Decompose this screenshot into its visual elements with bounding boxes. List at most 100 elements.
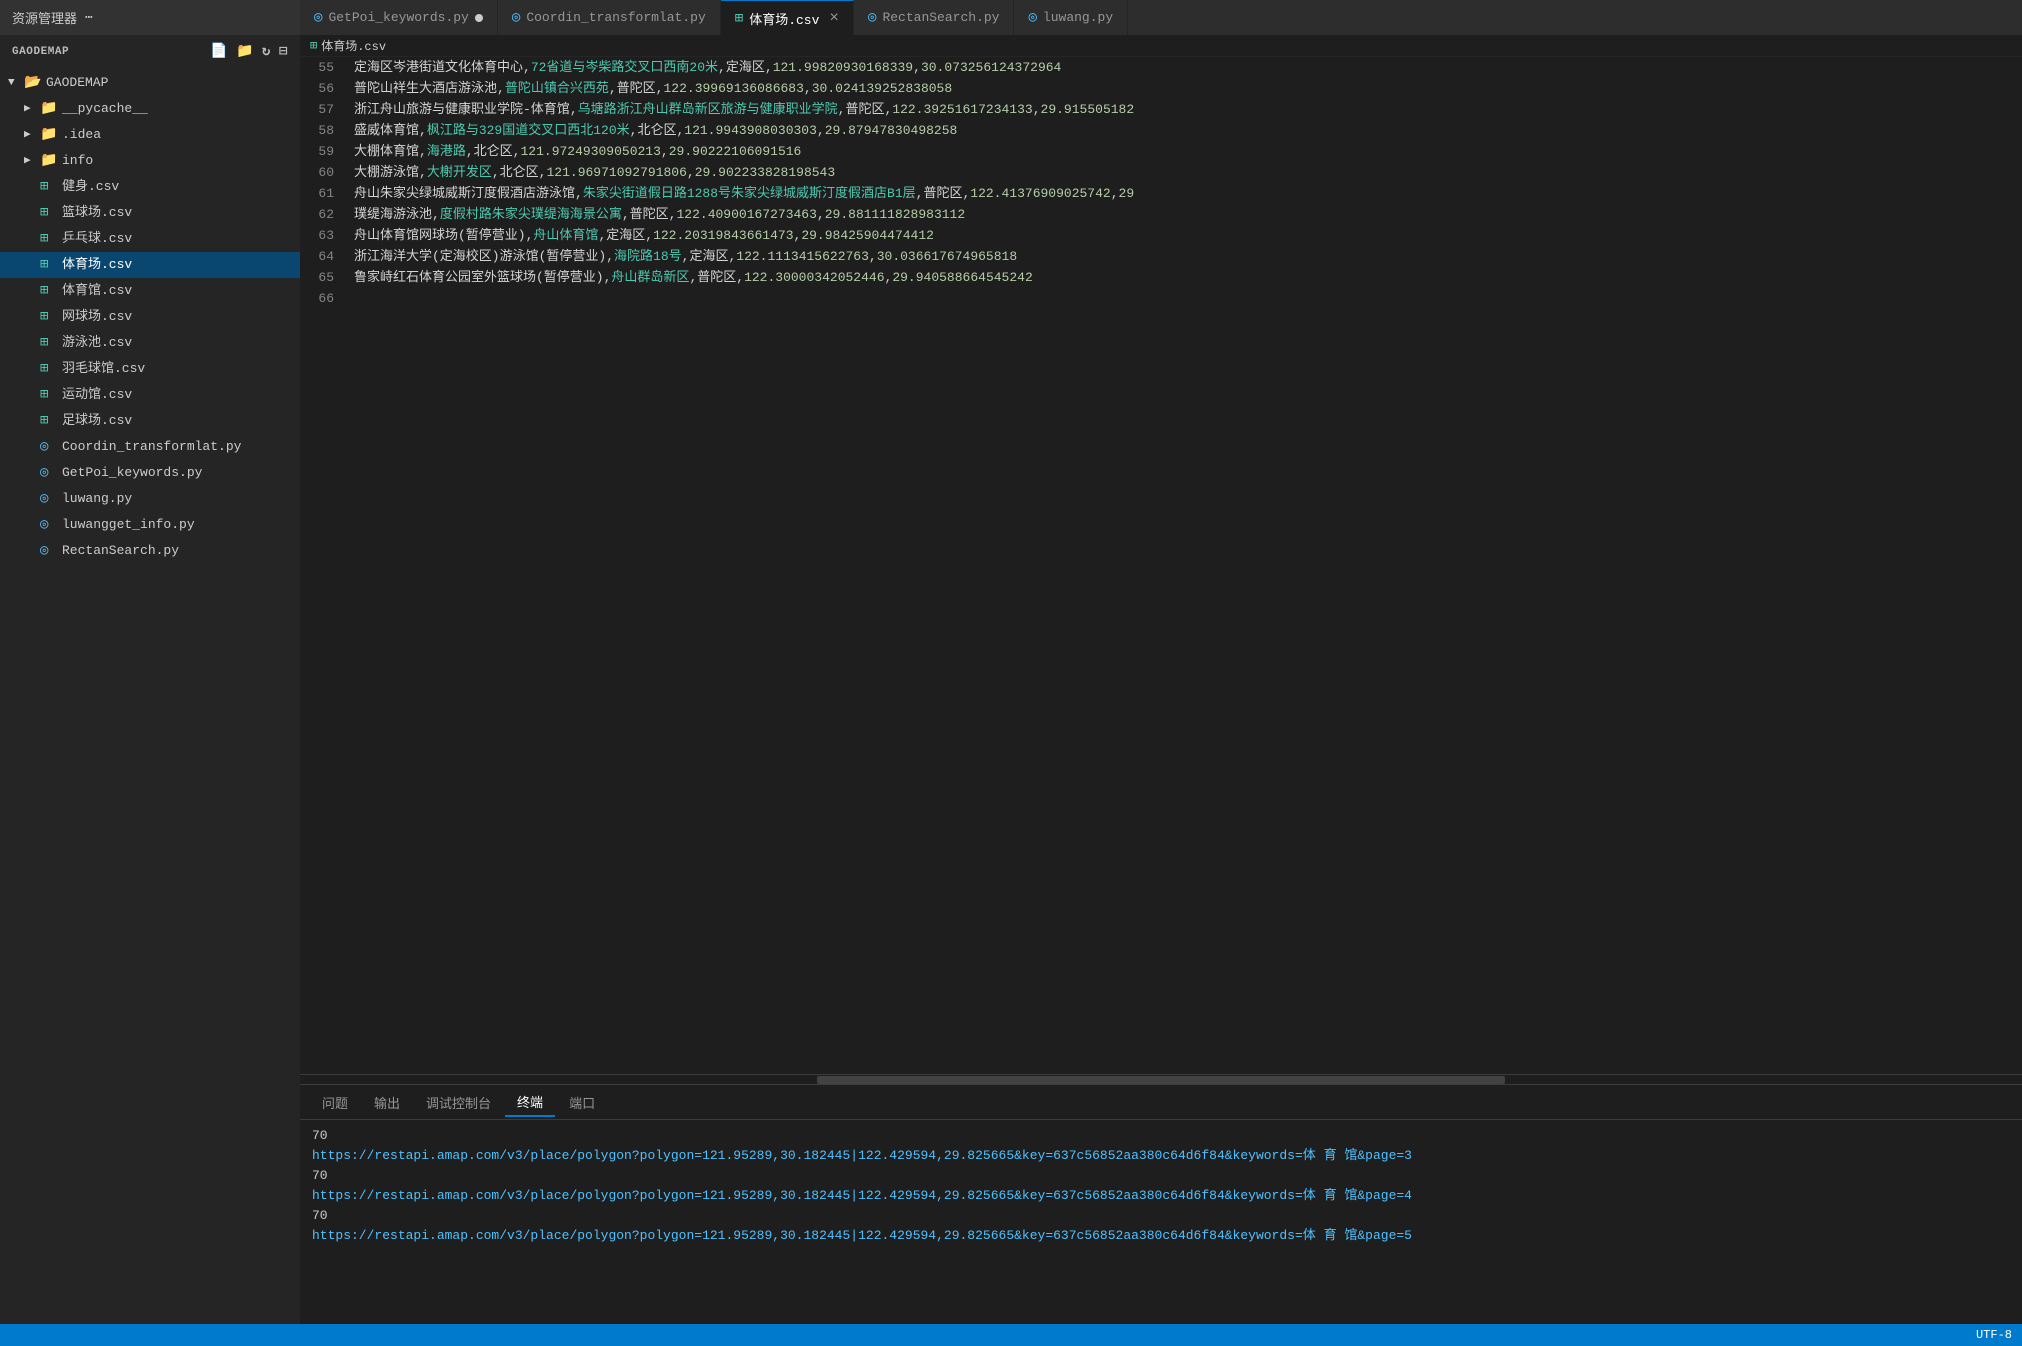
file-icon: ◎	[40, 514, 58, 536]
close-tab-button[interactable]: ×	[829, 9, 839, 27]
sidebar-item-tiyuchang[interactable]: ⊞体育场.csv	[0, 252, 300, 278]
line-content	[350, 288, 2022, 309]
sidebar-item-label: 网球场.csv	[62, 306, 132, 328]
line-content: 普陀山祥生大酒店游泳池,普陀山镇合兴西苑,普陀区,122.39969136086…	[350, 78, 2022, 99]
sidebar-item-getpoi_py[interactable]: ◎GetPoi_keywords.py	[0, 460, 300, 486]
sidebar-item-label: __pycache__	[62, 98, 148, 120]
titlebar-left: 资源管理器 ⋯	[0, 8, 300, 27]
line-number: 63	[300, 225, 350, 246]
terminal-panel: 问题输出调试控制台终端端口 70https://restapi.amap.com…	[300, 1084, 2022, 1324]
terminal-tab-terminal[interactable]: 终端	[505, 1088, 555, 1117]
breadcrumb-icon: ⊞	[310, 38, 317, 53]
folder-open-icon: 📂	[24, 72, 42, 94]
status-encoding: UTF-8	[1976, 1328, 2012, 1342]
sidebar-item-label: info	[62, 150, 93, 172]
line-number: 60	[300, 162, 350, 183]
breadcrumb: ⊞ 体育场.csv	[300, 35, 2022, 57]
sidebar-item-jiansheng[interactable]: ⊞健身.csv	[0, 174, 300, 200]
sidebar-item-luwang_py[interactable]: ◎luwang.py	[0, 486, 300, 512]
line-content: 璞缇海游泳池,度假村路朱家尖璞缇海海景公寓,普陀区,122.4090016727…	[350, 204, 2022, 225]
table-row: 63舟山体育馆网球场(暂停营业),舟山体育馆,定海区,122.203198436…	[300, 225, 2022, 246]
file-icon: ⊞	[40, 228, 58, 250]
table-row: 57浙江舟山旅游与健康职业学院-体育馆,乌塘路浙江舟山群岛新区旅游与健康职业学院…	[300, 99, 2022, 120]
sidebar-item-coordin_py[interactable]: ◎Coordin_transformlat.py	[0, 434, 300, 460]
terminal-tab-debug[interactable]: 调试控制台	[414, 1089, 503, 1116]
file-icon: ◎	[40, 462, 58, 484]
sidebar-item-pingpang[interactable]: ⊞乒乓球.csv	[0, 226, 300, 252]
sidebar-item-tiyuguan[interactable]: ⊞体育馆.csv	[0, 278, 300, 304]
tab-label: luwang.py	[1043, 10, 1113, 25]
file-icon: ⊞	[40, 254, 58, 276]
sidebar-tree: ▼📂GAODEMAP▶📁__pycache__▶📁.idea▶📁info ⊞健身…	[0, 68, 300, 1324]
sidebar-item-yumao[interactable]: ⊞羽毛球馆.csv	[0, 356, 300, 382]
terminal-tab-output[interactable]: 输出	[362, 1089, 412, 1116]
sidebar-title: GAODEMAP	[12, 46, 69, 58]
sidebar-item-label: RectanSearch.py	[62, 540, 179, 562]
file-icon: ⊞	[40, 358, 58, 380]
folder-arrow: ▼	[8, 72, 24, 94]
sidebar-item-info[interactable]: ▶📁info	[0, 148, 300, 174]
line-content: 浙江海洋大学(定海校区)游泳馆(暂停营业),海院路18号,定海区,122.111…	[350, 246, 2022, 267]
file-icon: ◎	[40, 436, 58, 458]
table-row: 62璞缇海游泳池,度假村路朱家尖璞缇海海景公寓,普陀区,122.40900167…	[300, 204, 2022, 225]
sidebar-item-idea[interactable]: ▶📁.idea	[0, 122, 300, 148]
tab-icon: ◎	[512, 9, 520, 26]
terminal-line: https://restapi.amap.com/v3/place/polygo…	[312, 1146, 2010, 1166]
editor-scrollbar[interactable]	[300, 1074, 2022, 1084]
line-number: 62	[300, 204, 350, 225]
terminal-line: https://restapi.amap.com/v3/place/polygo…	[312, 1226, 2010, 1246]
sidebar: GAODEMAP 📄 📁 ↻ ⊟ ▼📂GAODEMAP▶📁__pycache__…	[0, 35, 300, 1324]
sidebar-item-label: 游泳池.csv	[62, 332, 132, 354]
sidebar-item-label: 运动馆.csv	[62, 384, 132, 406]
line-content: 盛威体育馆,枫江路与329国道交叉口西北120米,北仑区,121.9943908…	[350, 120, 2022, 141]
tab-label: GetPoi_keywords.py	[328, 10, 468, 25]
sidebar-item-gaodemap[interactable]: ▼📂GAODEMAP	[0, 70, 300, 96]
new-file-icon[interactable]: 📄	[210, 43, 228, 60]
tab-label: Coordin_transformlat.py	[526, 10, 705, 25]
sidebar-item-lanqiu[interactable]: ⊞篮球场.csv	[0, 200, 300, 226]
tab-tab-tiyuchang[interactable]: ⊞体育场.csv×	[721, 0, 854, 35]
code-lines[interactable]: 55定海区岑港街道文化体育中心,72省道与岑柴路交叉口西南20米,定海区,121…	[300, 57, 2022, 1074]
tab-tab-coordin[interactable]: ◎ Coordin_transformlat.py	[498, 0, 721, 35]
code-area: 55定海区岑港街道文化体育中心,72省道与岑柴路交叉口西南20米,定海区,121…	[300, 57, 2022, 1074]
file-icon: ◎	[40, 488, 58, 510]
sidebar-item-label: .idea	[62, 124, 101, 146]
table-row: 60大棚游泳馆,大榭开发区,北仑区,121.96971092791806,29.…	[300, 162, 2022, 183]
file-icon: ⊞	[40, 202, 58, 224]
table-row: 66	[300, 288, 2022, 309]
line-content: 浙江舟山旅游与健康职业学院-体育馆,乌塘路浙江舟山群岛新区旅游与健康职业学院,普…	[350, 99, 2022, 120]
table-row: 58盛威体育馆,枫江路与329国道交叉口西北120米,北仑区,121.99439…	[300, 120, 2022, 141]
terminal-tab-port[interactable]: 端口	[557, 1089, 607, 1116]
sidebar-item-youyongchi[interactable]: ⊞游泳池.csv	[0, 330, 300, 356]
sidebar-item-luwangget_py[interactable]: ◎luwangget_info.py	[0, 512, 300, 538]
file-icon: ⊞	[40, 410, 58, 432]
file-icon: ⊞	[40, 280, 58, 302]
sidebar-item-rectansearch_py[interactable]: ◎RectanSearch.py	[0, 538, 300, 564]
collapse-icon[interactable]: ⊟	[279, 43, 288, 60]
line-number: 65	[300, 267, 350, 288]
sidebar-item-wangqiu[interactable]: ⊞网球场.csv	[0, 304, 300, 330]
refresh-icon[interactable]: ↻	[262, 43, 271, 60]
main-area: GAODEMAP 📄 📁 ↻ ⊟ ▼📂GAODEMAP▶📁__pycache__…	[0, 35, 2022, 1324]
line-content: 舟山朱家尖绿城威斯汀度假酒店游泳馆,朱家尖街道假日路1288号朱家尖绿城威斯汀度…	[350, 183, 2022, 204]
more-icon[interactable]: ⋯	[85, 10, 93, 25]
line-number: 58	[300, 120, 350, 141]
sidebar-item-yundongguan[interactable]: ⊞运动馆.csv	[0, 382, 300, 408]
sidebar-item-zuqiu[interactable]: ⊞足球场.csv	[0, 408, 300, 434]
new-folder-icon[interactable]: 📁	[236, 43, 254, 60]
terminal-tab-problems[interactable]: 问题	[310, 1089, 360, 1116]
tab-label: 体育场.csv	[749, 9, 819, 28]
folder-arrow: ▶	[24, 124, 40, 146]
titlebar: 资源管理器 ⋯ ◎GetPoi_keywords.py ◎ Coordin_tran…	[0, 0, 2022, 35]
tab-tab-getpoi[interactable]: ◎GetPoi_keywords.py	[300, 0, 498, 35]
folder-arrow: ▶	[24, 150, 40, 172]
sidebar-item-label: 健身.csv	[62, 176, 119, 198]
tab-tab-rectansearch[interactable]: ◎RectanSearch.py	[854, 0, 1014, 35]
folder-arrow: ▶	[24, 98, 40, 120]
file-icon: 📁	[40, 150, 58, 172]
table-row: 61舟山朱家尖绿城威斯汀度假酒店游泳馆,朱家尖街道假日路1288号朱家尖绿城威斯…	[300, 183, 2022, 204]
scrollbar-thumb[interactable]	[817, 1076, 1506, 1084]
statusbar: UTF-8	[0, 1324, 2022, 1346]
tab-tab-luwang[interactable]: ◎luwang.py	[1014, 0, 1128, 35]
sidebar-item-pycache[interactable]: ▶📁__pycache__	[0, 96, 300, 122]
